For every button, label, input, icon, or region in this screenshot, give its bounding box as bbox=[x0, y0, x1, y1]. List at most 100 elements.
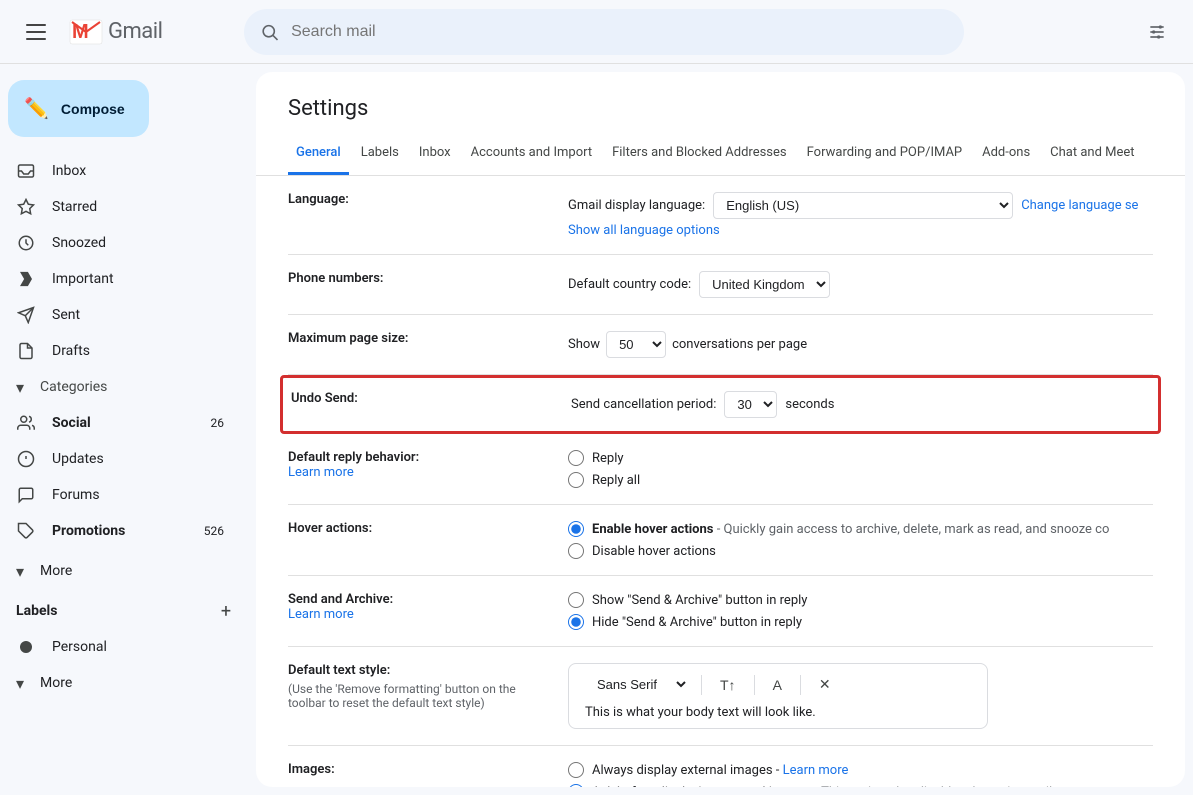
sidebar-item-starred[interactable]: Starred bbox=[0, 189, 240, 225]
font-select[interactable]: Sans Serif Serif Monospace bbox=[585, 672, 689, 697]
filter-icon-button[interactable] bbox=[1137, 12, 1177, 52]
gmail-logo[interactable]: M Gmail bbox=[68, 14, 162, 50]
hover-actions-row: Hover actions: Enable hover actions - Qu… bbox=[288, 505, 1153, 576]
tab-labels[interactable]: Labels bbox=[353, 133, 407, 175]
change-language-link[interactable]: Change language se bbox=[1021, 198, 1138, 213]
font-color-button[interactable]: A bbox=[767, 675, 788, 695]
svg-text:M: M bbox=[72, 21, 89, 43]
reply-behavior-label: Default reply behavior: Learn more bbox=[288, 450, 568, 480]
sidebar-item-inbox[interactable]: Inbox bbox=[0, 153, 240, 189]
chevron-down-icon: ▾ bbox=[16, 378, 24, 397]
more-label: More bbox=[40, 563, 224, 579]
country-select[interactable]: United Kingdom United States Canada bbox=[699, 271, 830, 298]
display-language-label: Gmail display language: bbox=[568, 198, 705, 213]
text-style-toolbar: Sans Serif Serif Monospace T↑ A ✕ bbox=[585, 672, 971, 697]
tab-general[interactable]: General bbox=[288, 133, 349, 175]
sidebar-item-important[interactable]: Important bbox=[0, 261, 240, 297]
app-layout: ✏️ Compose Inbox Starred Snoozed Impo bbox=[0, 64, 1193, 795]
settings-title: Settings bbox=[288, 96, 1153, 121]
disable-hover-radio[interactable] bbox=[568, 543, 584, 559]
show-send-archive-label: Show "Send & Archive" button in reply bbox=[592, 593, 807, 608]
tab-accounts[interactable]: Accounts and Import bbox=[463, 133, 600, 175]
sidebar-item-promotions[interactable]: Promotions 526 bbox=[0, 513, 240, 549]
send-archive-radio-group: Show "Send & Archive" button in reply Hi… bbox=[568, 592, 1153, 630]
sidebar-item-sent[interactable]: Sent bbox=[0, 297, 240, 333]
sidebar-item-drafts[interactable]: Drafts bbox=[0, 333, 240, 369]
page-size-select[interactable]: 25 50 100 bbox=[606, 331, 666, 358]
language-select[interactable]: English (US) bbox=[713, 192, 1013, 219]
country-code-label: Default country code: bbox=[568, 277, 691, 292]
gmail-text-label: Gmail bbox=[108, 19, 162, 44]
chevron-down-icon3: ▾ bbox=[16, 674, 24, 693]
hover-radio-group: Enable hover actions - Quickly gain acce… bbox=[568, 521, 1153, 559]
sidebar-item-personal[interactable]: Personal bbox=[0, 629, 240, 665]
categories-label: Categories bbox=[40, 379, 107, 395]
always-display-option[interactable]: Always display external images - Learn m… bbox=[568, 762, 1153, 778]
sidebar-more-toggle2[interactable]: ▾ More bbox=[0, 665, 240, 701]
inbox-icon bbox=[16, 162, 36, 180]
divider1 bbox=[701, 675, 702, 695]
ask-display-label: Ask before displaying external images - … bbox=[592, 785, 1056, 788]
divider3 bbox=[800, 675, 801, 695]
text-style-content: Sans Serif Serif Monospace T↑ A ✕ This i… bbox=[568, 663, 1153, 729]
menu-button[interactable] bbox=[16, 12, 56, 52]
show-label: Show bbox=[568, 337, 600, 352]
sidebar-item-snoozed[interactable]: Snoozed bbox=[0, 225, 240, 261]
tab-filters[interactable]: Filters and Blocked Addresses bbox=[604, 133, 795, 175]
sidebar-item-label: Drafts bbox=[52, 343, 224, 359]
hide-send-archive-option[interactable]: Hide "Send & Archive" button in reply bbox=[568, 614, 1153, 630]
add-label-button[interactable]: + bbox=[212, 597, 240, 625]
send-archive-learn-more[interactable]: Learn more bbox=[288, 607, 354, 622]
compose-button[interactable]: ✏️ Compose bbox=[8, 80, 149, 137]
tab-forwarding[interactable]: Forwarding and POP/IMAP bbox=[799, 133, 971, 175]
enable-hover-label: Enable hover actions - Quickly gain acce… bbox=[592, 522, 1109, 537]
reply-learn-more-link[interactable]: Learn more bbox=[288, 465, 354, 480]
labels-header: Labels + bbox=[0, 589, 256, 629]
ask-display-radio[interactable] bbox=[568, 784, 584, 787]
search-bar[interactable] bbox=[244, 9, 964, 55]
topbar-right bbox=[1137, 12, 1177, 52]
images-learn-more[interactable]: Learn more bbox=[783, 763, 849, 778]
show-all-languages-link[interactable]: Show all language options bbox=[568, 223, 1153, 238]
always-display-label: Always display external images - Learn m… bbox=[592, 763, 848, 778]
phone-inline: Default country code: United Kingdom Uni… bbox=[568, 271, 1153, 298]
tab-addons[interactable]: Add-ons bbox=[974, 133, 1038, 175]
hide-send-archive-label: Hide "Send & Archive" button in reply bbox=[592, 615, 802, 630]
tab-inbox[interactable]: Inbox bbox=[411, 133, 459, 175]
tab-chat[interactable]: Chat and Meet bbox=[1042, 133, 1142, 175]
sidebar-item-forums[interactable]: Forums bbox=[0, 477, 240, 513]
images-row: Images: Always display external images -… bbox=[288, 746, 1153, 787]
send-archive-label: Send and Archive: Learn more bbox=[288, 592, 568, 622]
reply-radio[interactable] bbox=[568, 450, 584, 466]
categories-toggle[interactable]: ▾ Categories bbox=[0, 369, 240, 405]
send-archive-row: Send and Archive: Learn more Show "Send … bbox=[288, 576, 1153, 647]
enable-hover-radio[interactable] bbox=[568, 521, 584, 537]
always-display-radio[interactable] bbox=[568, 762, 584, 778]
search-input[interactable] bbox=[291, 23, 948, 41]
reply-option[interactable]: Reply bbox=[568, 450, 1153, 466]
forums-icon bbox=[16, 486, 36, 504]
disable-hover-option[interactable]: Disable hover actions bbox=[568, 543, 1153, 559]
tune-icon bbox=[1147, 22, 1167, 42]
text-style-box: Sans Serif Serif Monospace T↑ A ✕ This i… bbox=[568, 663, 988, 729]
show-send-archive-option[interactable]: Show "Send & Archive" button in reply bbox=[568, 592, 1153, 608]
hover-actions-content: Enable hover actions - Quickly gain acce… bbox=[568, 521, 1153, 559]
sidebar-item-label: Snoozed bbox=[52, 235, 224, 251]
sidebar-more-toggle[interactable]: ▾ More bbox=[0, 553, 240, 589]
cancellation-period-select[interactable]: 5 10 20 30 bbox=[724, 391, 777, 418]
reply-all-option[interactable]: Reply all bbox=[568, 472, 1153, 488]
images-content: Always display external images - Learn m… bbox=[568, 762, 1153, 787]
reply-all-radio[interactable] bbox=[568, 472, 584, 488]
draft-icon bbox=[16, 342, 36, 360]
remove-format-button[interactable]: ✕ bbox=[813, 674, 837, 695]
text-style-sub: (Use the 'Remove formatting' button on t… bbox=[288, 682, 544, 710]
ask-display-option[interactable]: Ask before displaying external images - … bbox=[568, 784, 1153, 787]
sidebar-item-updates[interactable]: Updates bbox=[0, 441, 240, 477]
text-style-preview: This is what your body text will look li… bbox=[585, 705, 971, 720]
seconds-label: seconds bbox=[785, 397, 834, 412]
font-size-button[interactable]: T↑ bbox=[714, 675, 742, 695]
enable-hover-option[interactable]: Enable hover actions - Quickly gain acce… bbox=[568, 521, 1153, 537]
hide-send-archive-radio[interactable] bbox=[568, 614, 584, 630]
show-send-archive-radio[interactable] bbox=[568, 592, 584, 608]
sidebar-item-social[interactable]: Social 26 bbox=[0, 405, 240, 441]
